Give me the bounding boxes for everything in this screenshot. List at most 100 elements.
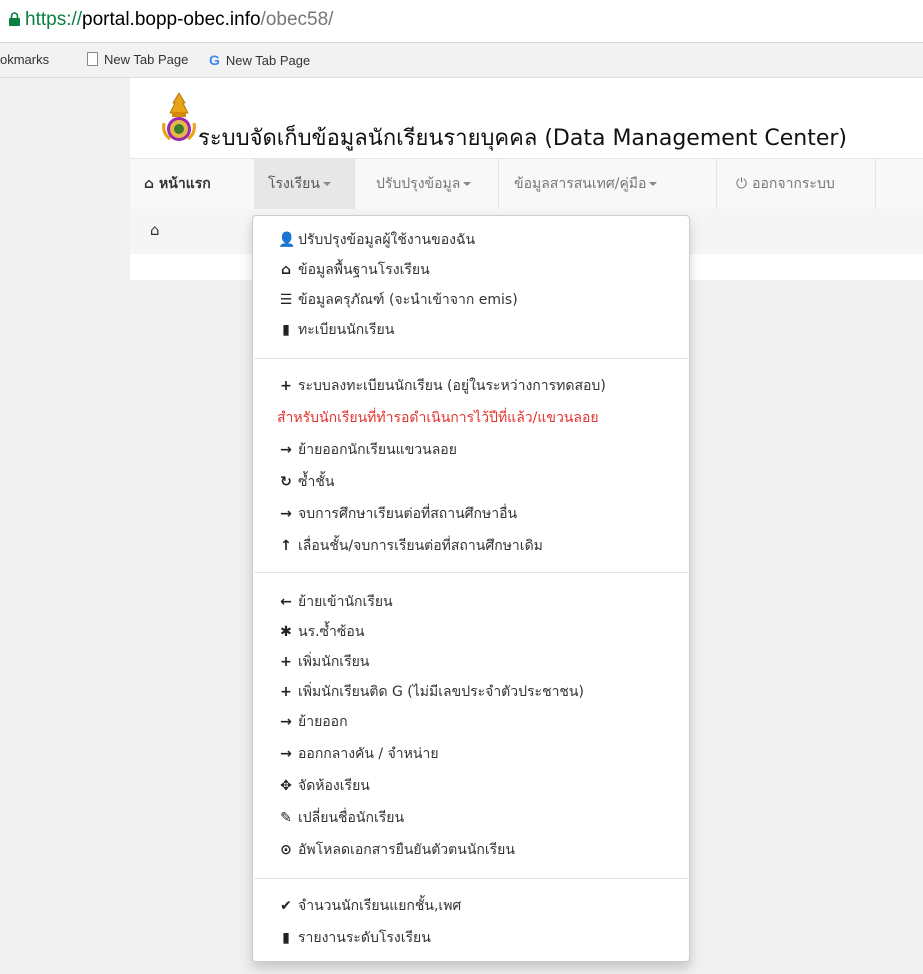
nav-update-dropdown[interactable]: ปรับปรุงข้อมูล [362, 159, 492, 209]
menu-item-move-in[interactable]: ← ย้ายเข้านักเรียน [278, 590, 393, 614]
arrow-right-icon: → [280, 506, 292, 522]
plus-icon: + [280, 684, 292, 700]
asterisk-icon: ✱ [280, 624, 292, 640]
menu-item-repeat-grade[interactable]: ↻ ซ้ำชั้น [278, 470, 334, 494]
menu-item-label: ปรับปรุงข้อมูลผู้ใช้งานของฉัน [298, 232, 476, 248]
home-icon: ⌂ [280, 262, 292, 278]
menu-item-upload-identity[interactable]: ⊙ อัพโหลดเอกสารยืนยันตัวตนนักเรียน [278, 838, 515, 862]
menu-item-label: เพิ่มนักเรียนติด G (ไม่มีเลขประจำตัวประช… [298, 684, 584, 700]
menu-item-label: ออกกลางคัน / จำหน่าย [298, 746, 439, 762]
bookmark-new-tab-2[interactable]: G New Tab Page [209, 52, 310, 68]
menu-item-move-out[interactable]: → ย้ายออก [278, 710, 348, 734]
bookmark-apps[interactable]: okmarks [0, 52, 49, 67]
menu-item-promote-same-school[interactable]: ↑ เลื่อนชั้น/จบการเรียนต่อที่สถานศึกษาเดิ… [278, 534, 543, 558]
nav-school-label: โรงเรียน [268, 176, 320, 192]
url-scheme: https:// [25, 9, 83, 30]
arrow-up-icon: ↑ [280, 538, 292, 554]
menu-item-school-report[interactable]: ▮ รายงานระดับโรงเรียน [278, 926, 431, 950]
menu-item-label: เปลี่ยนชื่อนักเรียน [298, 810, 405, 826]
pencil-icon: ✎ [280, 810, 292, 826]
menu-item-label: เพิ่มนักเรียน [298, 654, 370, 670]
nav-home-label: หน้าแรก [159, 176, 211, 192]
breadcrumb-home-icon[interactable]: ⌂ [150, 221, 160, 239]
arrow-left-icon: ← [280, 594, 292, 610]
nav-divider [875, 159, 876, 209]
url-display[interactable]: https://portal.bopp-obec.info/obec58/ [8, 9, 333, 33]
menu-item-add-student-g[interactable]: + เพิ่มนักเรียนติด G (ไม่มีเลขประจำตัวประ… [278, 680, 584, 704]
page-title: ระบบจัดเก็บข้อมูลนักเรียนรายบุคคล (Data … [198, 126, 847, 151]
menu-item-rename-student[interactable]: ✎ เปลี่ยนชื่อนักเรียน [278, 806, 404, 830]
plus-icon: + [280, 378, 292, 394]
list-icon: ☰ [279, 292, 293, 308]
menu-divider [254, 878, 688, 879]
bookmark-label: New Tab Page [104, 52, 189, 67]
check-icon: ✔ [280, 898, 292, 914]
menu-divider [254, 358, 688, 359]
nav-divider [716, 159, 717, 209]
menu-item-school-basic-info[interactable]: ⌂ ข้อมูลพื้นฐานโรงเรียน [278, 258, 430, 282]
plus-icon: + [280, 654, 292, 670]
caret-down-icon [463, 182, 472, 186]
arrow-right-icon: → [280, 714, 292, 730]
nav-home[interactable]: ⌂ หน้าแรก [130, 159, 236, 209]
menu-item-update-my-user[interactable]: 👤 ปรับปรุงข้อมูลผู้ใช้งานของฉัน [278, 228, 475, 252]
nav-logout-label: ออกจากระบบ [752, 176, 835, 192]
menu-item-duplicate-students[interactable]: ✱ นร.ซ้ำซ้อน [278, 620, 364, 644]
repeat-icon: ↻ [280, 474, 292, 490]
url-path: /obec58/ [260, 9, 334, 30]
menu-item-label: นร.ซ้ำซ้อน [298, 624, 365, 640]
menu-item-label: ย้ายเข้านักเรียน [298, 594, 393, 610]
nav-logout[interactable]: ⏻ ออกจากระบบ [722, 159, 874, 209]
nav-divider [498, 159, 499, 209]
school-logo [162, 92, 196, 141]
menu-item-equipment[interactable]: ☰ ข้อมูลครุภัณฑ์ (จะนำเข้าจาก emis) [278, 288, 518, 312]
nav-divider [354, 159, 355, 209]
nav-info-dropdown[interactable]: ข้อมูลสารสนเทศ/คู่มือ [500, 159, 712, 209]
top-navbar: ⌂ หน้าแรก โรงเรียน ปรับปรุงข้อมูล ข้อมูลส… [130, 158, 923, 210]
menu-item-label: ย้ายออก [298, 714, 348, 730]
nav-school-dropdown[interactable]: โรงเรียน [254, 159, 354, 209]
address-bar[interactable]: https://portal.bopp-obec.info/obec58/ [0, 0, 923, 43]
caret-down-icon [649, 182, 658, 186]
arrow-right-icon: → [280, 442, 292, 458]
menu-item-dropout[interactable]: → ออกกลางคัน / จำหน่าย [278, 742, 439, 766]
upload-icon: ⊙ [280, 842, 292, 858]
menu-item-label: จำนวนนักเรียนแยกชั้น,เพศ [298, 898, 462, 914]
menu-item-label: จบการศึกษาเรียนต่อที่สถานศึกษาอื่น [298, 506, 518, 522]
power-icon: ⏻ [736, 176, 748, 192]
menu-alert-pending-students: สำหรับนักเรียนที่ทำรอดำเนินการไว้ปีที่แล… [277, 406, 599, 430]
move-icon: ✥ [280, 778, 292, 794]
menu-item-add-student[interactable]: + เพิ่มนักเรียน [278, 650, 369, 674]
user-icon: 👤 [278, 232, 296, 248]
school-dropdown-menu: 👤 ปรับปรุงข้อมูลผู้ใช้งานของฉัน ⌂ ข้อมูลพื… [252, 215, 690, 962]
menu-item-student-registry[interactable]: ▮ ทะเบียนนักเรียน [278, 318, 394, 342]
menu-item-label: เลื่อนชั้น/จบการเรียนต่อที่สถานศึกษาเดิม [298, 538, 543, 554]
nav-info-label: ข้อมูลสารสนเทศ/คู่มือ [514, 176, 647, 192]
menu-alert-label: สำหรับนักเรียนที่ทำรอดำเนินการไว้ปีที่แล… [277, 410, 599, 426]
menu-item-label: ย้ายออกนักเรียนแขวนลอย [298, 442, 457, 458]
menu-item-student-count[interactable]: ✔ จำนวนนักเรียนแยกชั้น,เพศ [278, 894, 461, 918]
url-host: portal.bopp-obec.info [82, 9, 261, 30]
menu-item-label: จัดห้องเรียน [298, 778, 370, 794]
arrow-right-icon: → [280, 746, 292, 762]
bookmark-new-tab-1[interactable]: New Tab Page [87, 52, 188, 67]
menu-item-classroom-arrange[interactable]: ✥ จัดห้องเรียน [278, 774, 370, 798]
page-icon [87, 52, 98, 66]
header-banner: ระบบจัดเก็บข้อมูลนักเรียนรายบุคคล (Data … [130, 78, 923, 158]
menu-item-move-out-pending[interactable]: → ย้ายออกนักเรียนแขวนลอย [278, 438, 457, 462]
nav-update-label: ปรับปรุงข้อมูล [376, 176, 461, 192]
google-icon: G [209, 52, 220, 68]
menu-item-graduate-other-school[interactable]: → จบการศึกษาเรียนต่อที่สถานศึกษาอื่น [278, 502, 517, 526]
menu-item-registration-system[interactable]: + ระบบลงทะเบียนนักเรียน (อยู่ในระหว่างการ… [278, 374, 606, 398]
menu-item-label: ข้อมูลพื้นฐานโรงเรียน [298, 262, 430, 278]
menu-item-label: ระบบลงทะเบียนนักเรียน (อยู่ในระหว่างการท… [298, 378, 606, 394]
book-icon: ▮ [282, 322, 290, 338]
menu-item-label: ข้อมูลครุภัณฑ์ (จะนำเข้าจาก emis) [298, 292, 518, 308]
bookmark-label: New Tab Page [225, 53, 311, 68]
lock-icon [8, 11, 21, 33]
menu-item-label: อัพโหลดเอกสารยืนยันตัวตนนักเรียน [298, 842, 515, 858]
menu-divider [254, 572, 688, 573]
menu-item-label: ทะเบียนนักเรียน [298, 322, 395, 338]
file-icon: ▮ [282, 930, 290, 946]
home-icon: ⌂ [144, 176, 155, 192]
